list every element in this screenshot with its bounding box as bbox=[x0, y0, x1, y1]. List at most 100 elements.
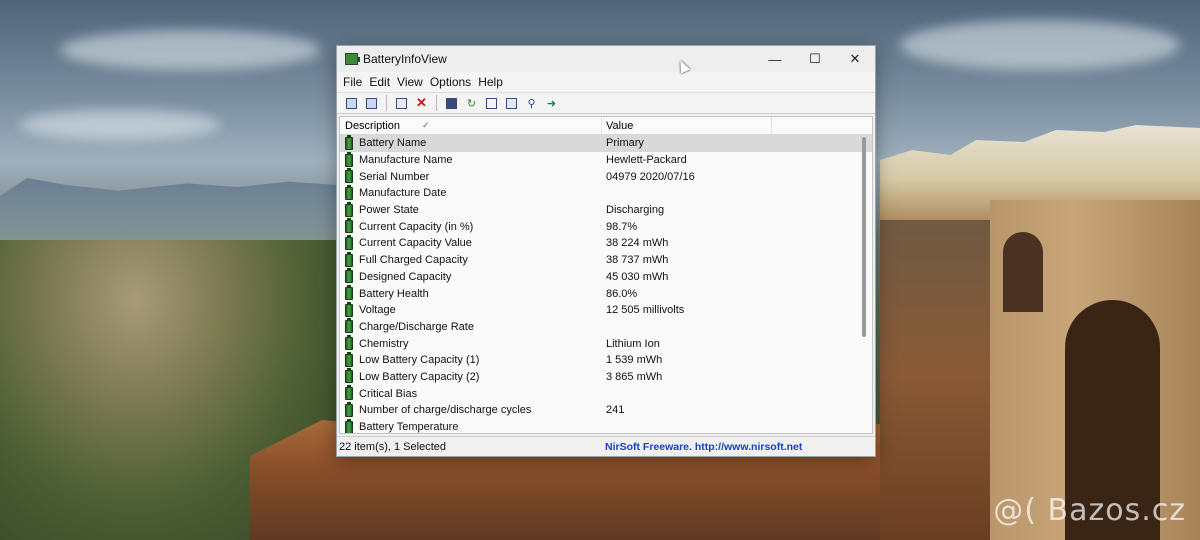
status-bar: 22 item(s), 1 Selected NirSoft Freeware.… bbox=[337, 436, 875, 456]
column-value-label: Value bbox=[606, 119, 634, 132]
row-value: 241 bbox=[606, 404, 625, 417]
menu-help[interactable]: Help bbox=[477, 73, 509, 91]
table-row[interactable]: Battery Temperature bbox=[340, 418, 872, 434]
row-label: Number of charge/discharge cycles bbox=[359, 404, 532, 417]
battery-icon bbox=[345, 134, 353, 150]
row-value: Discharging bbox=[606, 204, 665, 217]
view-list-icon[interactable] bbox=[363, 95, 380, 111]
toolbar-separator bbox=[436, 95, 437, 111]
table-row[interactable]: Current Capacity Value 38 224 mWh bbox=[340, 234, 872, 252]
table-row[interactable]: Critical Bias bbox=[340, 385, 872, 402]
row-description-cell: Manufacture Date bbox=[340, 184, 602, 200]
row-value: 1 539 mWh bbox=[606, 354, 663, 367]
battery-icon bbox=[345, 251, 353, 267]
save-icon[interactable] bbox=[443, 95, 460, 111]
menu-edit[interactable]: Edit bbox=[368, 73, 396, 91]
row-label: Full Charged Capacity bbox=[359, 254, 468, 267]
row-value: 38 224 mWh bbox=[606, 237, 669, 250]
row-label: Chemistry bbox=[359, 337, 409, 350]
battery-icon bbox=[345, 318, 353, 334]
battery-icon bbox=[345, 418, 353, 433]
view-summary-icon[interactable] bbox=[343, 95, 360, 111]
battery-icon bbox=[345, 234, 353, 250]
table-row[interactable]: Charge/Discharge Rate bbox=[340, 318, 872, 336]
battery-icon bbox=[345, 268, 353, 284]
row-label: Designed Capacity bbox=[359, 270, 452, 283]
table-row[interactable]: Chemistry Lithium Ion bbox=[340, 335, 872, 352]
battery-icon bbox=[345, 218, 353, 234]
table-row[interactable]: Designed Capacity 45 030 mWh bbox=[340, 268, 872, 286]
table-row[interactable]: Current Capacity (in %) 98.7% bbox=[340, 218, 872, 235]
table-row[interactable]: Battery Name Primary bbox=[340, 134, 872, 152]
table-row[interactable]: Battery Health 86.0% bbox=[340, 285, 872, 302]
title-bar[interactable]: BatteryInfoView — ☐ ✕ bbox=[337, 46, 875, 72]
column-description[interactable]: Description ✓ bbox=[340, 117, 602, 134]
table-row[interactable]: Voltage 12 505 millivolts bbox=[340, 301, 872, 319]
exit-icon[interactable]: ➜ bbox=[543, 95, 560, 111]
row-description-cell: Low Battery Capacity (2) bbox=[340, 368, 602, 384]
row-description-cell: Power State bbox=[340, 201, 602, 217]
table-row[interactable]: Full Charged Capacity 38 737 mWh bbox=[340, 251, 872, 269]
row-description-cell: Voltage bbox=[340, 301, 602, 317]
find-icon[interactable]: ⚲ bbox=[523, 95, 540, 111]
table-row[interactable]: Manufacture Name Hewlett-Packard bbox=[340, 151, 872, 169]
battery-icon bbox=[345, 184, 353, 200]
row-description-cell: Current Capacity Value bbox=[340, 234, 602, 250]
row-value: 12 505 millivolts bbox=[606, 304, 685, 317]
row-label: Manufacture Date bbox=[359, 187, 447, 200]
menu-file[interactable]: File bbox=[342, 73, 368, 91]
row-description-cell: Critical Bias bbox=[340, 385, 602, 401]
row-value: 38 737 mWh bbox=[606, 254, 669, 267]
row-value: Lithium Ion bbox=[606, 337, 660, 350]
copy-icon[interactable] bbox=[483, 95, 500, 111]
row-value: 04979 2020/07/16 bbox=[606, 170, 695, 183]
row-description-cell: Battery Health bbox=[340, 285, 602, 301]
table-row[interactable]: Manufacture Date bbox=[340, 184, 872, 202]
row-label: Serial Number bbox=[359, 170, 430, 183]
row-value: Hewlett-Packard bbox=[606, 154, 687, 167]
table-row[interactable]: Power State Discharging bbox=[340, 201, 872, 219]
row-description-cell: Designed Capacity bbox=[340, 268, 602, 284]
row-label: Current Capacity Value bbox=[359, 237, 472, 250]
row-description-cell: Chemistry bbox=[340, 335, 602, 351]
battery-icon bbox=[345, 335, 353, 351]
html-report-icon[interactable] bbox=[503, 95, 520, 111]
battery-icon bbox=[345, 368, 353, 384]
row-value: 45 030 mWh bbox=[606, 270, 669, 283]
batteryinfoview-window: BatteryInfoView — ☐ ✕ File Edit View Opt… bbox=[336, 45, 876, 457]
status-item-count: 22 item(s), 1 Selected bbox=[339, 440, 446, 453]
menu-view[interactable]: View bbox=[396, 73, 429, 91]
table-row[interactable]: Number of charge/discharge cycles 241 bbox=[340, 401, 872, 419]
toolbar: ✕ ↻ ⚲ ➜ bbox=[337, 92, 875, 114]
table-row[interactable]: Low Battery Capacity (2) 3 865 mWh bbox=[340, 368, 872, 386]
row-description-cell: Manufacture Name bbox=[340, 151, 602, 167]
row-label: Voltage bbox=[359, 304, 396, 317]
row-label: Battery Temperature bbox=[359, 421, 459, 434]
row-description-cell: Low Battery Capacity (1) bbox=[340, 351, 602, 367]
table-row[interactable]: Serial Number 04979 2020/07/16 bbox=[340, 168, 872, 185]
vertical-scrollbar[interactable] bbox=[862, 137, 866, 337]
window-title: BatteryInfoView bbox=[363, 52, 447, 66]
column-value[interactable]: Value bbox=[602, 117, 772, 134]
refresh-icon[interactable]: ↻ bbox=[463, 95, 480, 111]
nirsoft-link[interactable]: NirSoft Freeware. http://www.nirsoft.net bbox=[599, 441, 875, 453]
battery-icon bbox=[345, 168, 353, 184]
toolbar-separator bbox=[386, 95, 387, 111]
battery-icon bbox=[345, 201, 353, 217]
menu-bar: File Edit View Options Help bbox=[337, 72, 875, 92]
close-button[interactable]: ✕ bbox=[835, 46, 875, 72]
row-label: Battery Health bbox=[359, 287, 429, 300]
row-description-cell: Battery Name bbox=[340, 134, 602, 150]
table-row[interactable]: Low Battery Capacity (1) 1 539 mWh bbox=[340, 351, 872, 369]
maximize-button[interactable]: ☐ bbox=[795, 46, 835, 72]
battery-icon bbox=[345, 401, 353, 417]
row-description-cell: Battery Temperature bbox=[340, 418, 602, 434]
battery-icon bbox=[345, 351, 353, 367]
battery-icon bbox=[345, 301, 353, 317]
minimize-button[interactable]: — bbox=[755, 46, 795, 72]
delete-icon[interactable]: ✕ bbox=[413, 95, 430, 111]
battery-info-list[interactable]: Description ✓ Value Battery Name Primary M… bbox=[339, 116, 873, 434]
list-header: Description ✓ Value bbox=[340, 117, 872, 135]
menu-options[interactable]: Options bbox=[429, 73, 477, 91]
properties-icon[interactable] bbox=[393, 95, 410, 111]
